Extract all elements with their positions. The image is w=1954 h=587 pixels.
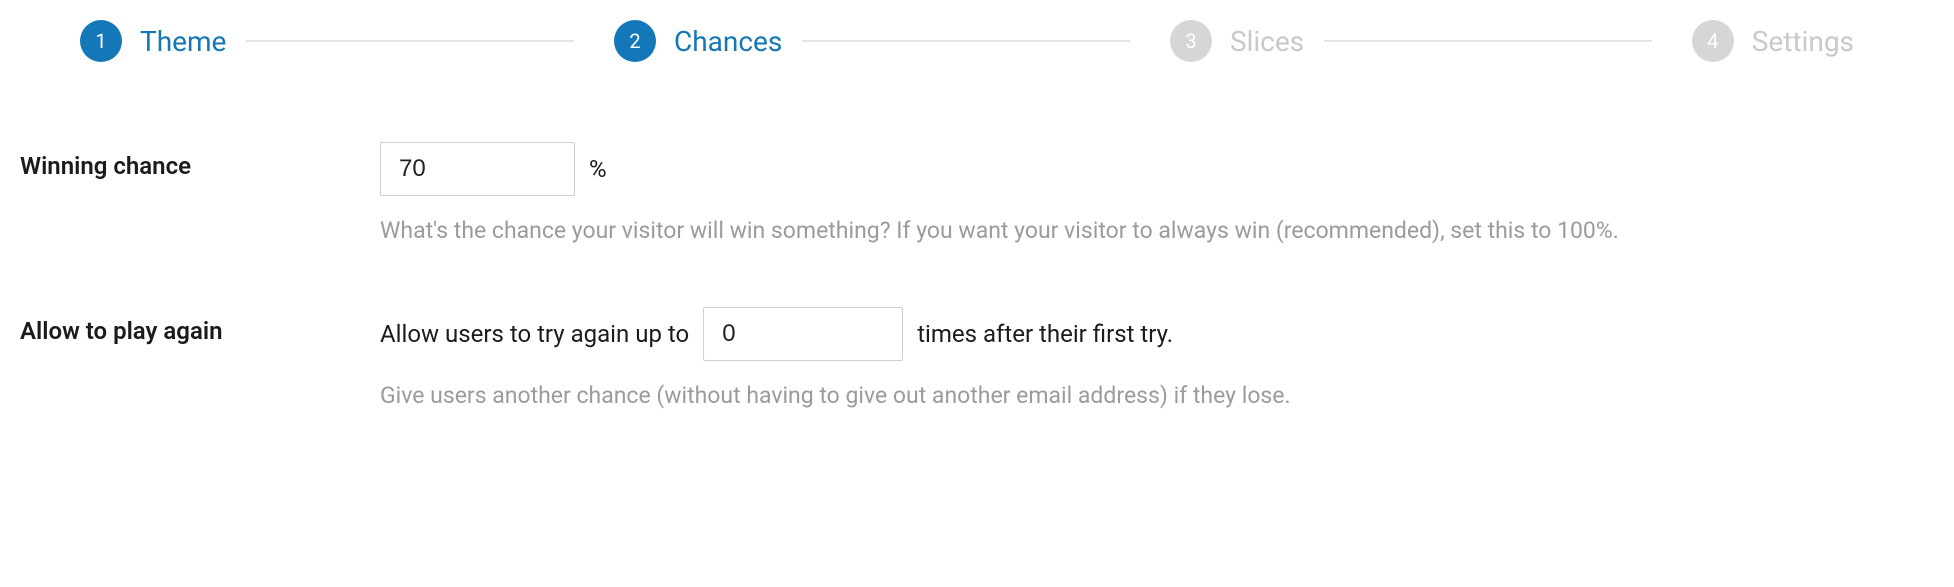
winning-chance-description: What's the chance your visitor will win … [380,214,1860,247]
step-slices[interactable]: 3 Slices [1130,20,1324,62]
step-slices-number: 3 [1170,20,1212,62]
row-play-again: Allow to play again Allow users to try a… [20,307,1934,412]
winning-chance-body: % What's the chance your visitor will wi… [380,142,1934,247]
winning-chance-control: % [380,142,1934,196]
step-slices-label: Slices [1230,25,1304,58]
play-again-description: Give users another chance (without havin… [380,379,1860,412]
play-again-control: Allow users to try again up to times aft… [380,307,1934,361]
play-again-body: Allow users to try again up to times aft… [380,307,1934,412]
play-again-label: Allow to play again [20,307,380,345]
winning-chance-suffix: % [589,155,607,183]
wizard-stepper: 1 Theme 2 Chances 3 Slices 4 Settings [20,20,1934,142]
play-again-input[interactable] [703,307,903,361]
step-chances-label: Chances [674,25,782,58]
step-chances[interactable]: 2 Chances [574,20,802,62]
winning-chance-label: Winning chance [20,142,380,180]
step-theme[interactable]: 1 Theme [80,20,246,62]
step-divider [802,40,1130,42]
step-chances-number: 2 [614,20,656,62]
step-divider [1324,40,1652,42]
step-theme-number: 1 [80,20,122,62]
play-again-prefix: Allow users to try again up to [380,320,689,348]
step-theme-label: Theme [140,25,226,58]
step-divider [246,40,574,42]
step-settings[interactable]: 4 Settings [1652,20,1874,62]
step-settings-number: 4 [1692,20,1734,62]
winning-chance-input[interactable] [380,142,575,196]
step-settings-label: Settings [1752,25,1854,58]
play-again-suffix: times after their first try. [917,320,1173,348]
row-winning-chance: Winning chance % What's the chance your … [20,142,1934,247]
